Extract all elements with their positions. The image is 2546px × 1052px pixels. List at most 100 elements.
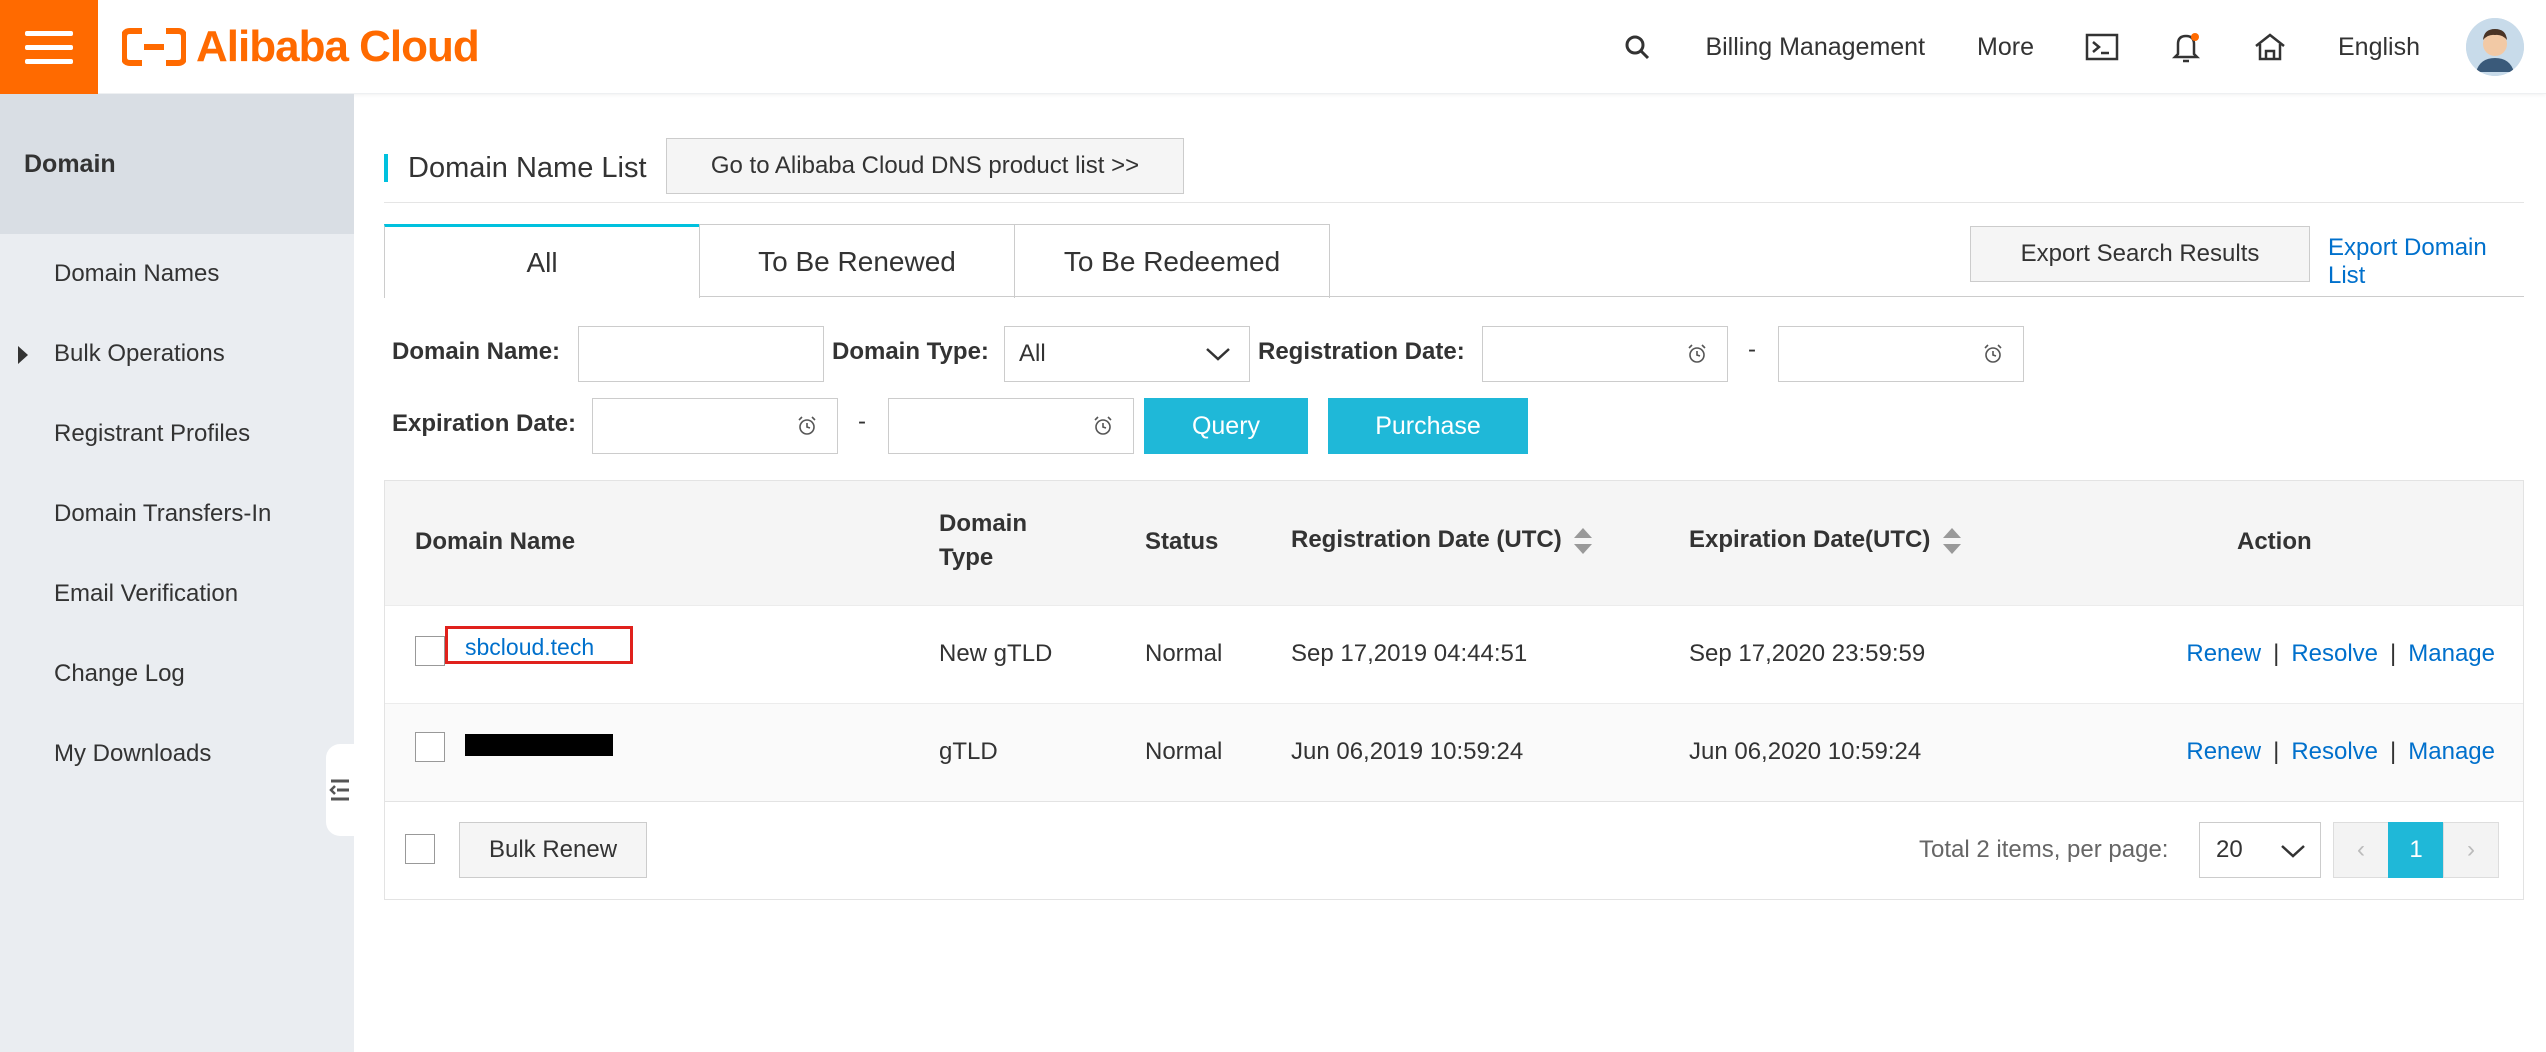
- logo-text: Alibaba Cloud: [196, 22, 480, 71]
- registration-date-cell: Jun 06,2019 10:59:24: [1291, 738, 1524, 765]
- domain-table: Domain Name Domain Type Status Registrat…: [384, 480, 2524, 900]
- sidebar-item-my-downloads[interactable]: My Downloads: [0, 714, 354, 794]
- per-page-select[interactable]: 20: [2199, 822, 2321, 878]
- status-cell: Normal: [1145, 738, 1223, 765]
- table-row: gTLD Normal Jun 06,2019 10:59:24 Jun 06,…: [385, 703, 2523, 801]
- total-items-text: Total 2 items, per page:: [1919, 836, 2169, 863]
- expiration-date-start[interactable]: [592, 398, 838, 454]
- caret-right-icon: [18, 346, 28, 364]
- expiration-date-end[interactable]: [888, 398, 1134, 454]
- sidebar-item-change-log[interactable]: Change Log: [0, 634, 354, 714]
- col-domain-type: Domain Type: [939, 507, 1027, 575]
- alarm-clock-icon: [1688, 344, 1706, 363]
- date-range-dash: -: [1748, 336, 1756, 363]
- sidebar-item-label: Change Log: [54, 660, 185, 687]
- row-actions: Renew | Resolve | Manage: [2186, 738, 2495, 766]
- export-domain-list-link[interactable]: Export Domain List: [2328, 234, 2530, 290]
- col-domain-name: Domain Name: [415, 528, 576, 555]
- table-row: sbcloud.tech New gTLD Normal Sep 17,2019…: [385, 605, 2523, 703]
- page-1-button[interactable]: 1: [2388, 822, 2444, 878]
- date-range-dash: -: [858, 408, 866, 435]
- row-checkbox[interactable]: [415, 732, 445, 762]
- status-cell: Normal: [1145, 640, 1223, 667]
- sidebar-item-domain-names[interactable]: Domain Names: [0, 234, 354, 314]
- prev-page-button[interactable]: ‹: [2333, 822, 2389, 878]
- menu-icon[interactable]: [0, 0, 98, 94]
- sort-icon[interactable]: [1941, 526, 1963, 556]
- sidebar-item-bulk-operations[interactable]: Bulk Operations: [0, 314, 354, 394]
- bulk-renew-button[interactable]: Bulk Renew: [459, 822, 647, 878]
- registration-date-cell: Sep 17,2019 04:44:51: [1291, 640, 1528, 667]
- table-footer: Bulk Renew Total 2 items, per page: 20 ‹…: [385, 801, 2523, 899]
- registration-date-end[interactable]: [1778, 326, 2024, 382]
- col-action: Action: [2237, 528, 2312, 555]
- purchase-button[interactable]: Purchase: [1328, 398, 1528, 454]
- registration-date-start[interactable]: [1482, 326, 1728, 382]
- registration-date-label: Registration Date:: [1258, 338, 1465, 365]
- search-icon[interactable]: [1595, 0, 1679, 94]
- alarm-clock-icon: [1094, 416, 1112, 435]
- sort-icon[interactable]: [1572, 526, 1594, 556]
- manage-link[interactable]: Manage: [2408, 640, 2495, 668]
- tab-underline: [700, 296, 2524, 297]
- home-icon[interactable]: [2228, 0, 2312, 94]
- select-all-checkbox[interactable]: [405, 834, 435, 864]
- terminal-icon[interactable]: [2060, 0, 2144, 94]
- sidebar-item-email-verification[interactable]: Email Verification: [0, 554, 354, 634]
- collapse-sidebar-icon[interactable]: [326, 744, 354, 836]
- row-checkbox[interactable]: [415, 636, 445, 666]
- sidebar-item-label: My Downloads: [54, 740, 212, 767]
- sidebar-item-registrant-profiles[interactable]: Registrant Profiles: [0, 394, 354, 474]
- title-accent: [384, 154, 388, 182]
- tab-all[interactable]: All: [384, 224, 700, 298]
- tab-to-be-redeemed[interactable]: To Be Redeemed: [1014, 224, 1330, 298]
- chevron-down-icon: [1206, 348, 1230, 361]
- table-header: Domain Name Domain Type Status Registrat…: [385, 481, 2523, 605]
- resolve-link[interactable]: Resolve: [2291, 738, 2378, 766]
- col-status: Status: [1145, 528, 1219, 555]
- alibaba-cloud-logo[interactable]: Alibaba Cloud: [122, 20, 480, 74]
- sidebar-item-label: Domain Transfers-In: [54, 500, 272, 527]
- resolve-link[interactable]: Resolve: [2291, 640, 2378, 668]
- domain-type-label: Domain Type:: [832, 338, 989, 365]
- expiration-date-cell: Jun 06,2020 10:59:24: [1689, 738, 1922, 765]
- col-registration-date-label: Registration Date (UTC): [1291, 526, 1562, 553]
- export-search-results-button[interactable]: Export Search Results: [1970, 226, 2310, 282]
- notification-bell-icon[interactable]: [2144, 0, 2228, 94]
- redacted-domain[interactable]: [465, 734, 613, 756]
- sidebar-item-label: Email Verification: [54, 580, 239, 607]
- chevron-down-icon: [2281, 845, 2305, 858]
- billing-management-link[interactable]: Billing Management: [1679, 0, 1951, 94]
- col-domain-type-line1: Domain: [939, 510, 1028, 537]
- domain-type-select[interactable]: All: [1004, 326, 1250, 382]
- domain-type-cell: New gTLD: [939, 640, 1053, 667]
- action-separator: |: [2390, 640, 2397, 667]
- expiration-date-cell: Sep 17,2020 23:59:59: [1689, 640, 1926, 667]
- query-button[interactable]: Query: [1144, 398, 1308, 454]
- language-selector[interactable]: English: [2312, 0, 2446, 94]
- domain-name-input[interactable]: [578, 326, 824, 382]
- page-title: Domain Name List: [408, 151, 647, 184]
- domain-link[interactable]: sbcloud.tech: [465, 634, 594, 661]
- go-to-dns-button[interactable]: Go to Alibaba Cloud DNS product list >>: [666, 138, 1184, 194]
- action-separator: |: [2273, 738, 2280, 765]
- tab-to-be-renewed[interactable]: To Be Renewed: [699, 224, 1015, 298]
- renew-link[interactable]: Renew: [2186, 738, 2261, 766]
- domain-name-label: Domain Name:: [392, 338, 561, 365]
- domain-type-cell: gTLD: [939, 738, 998, 765]
- col-expiration-date[interactable]: Expiration Date(UTC): [1689, 523, 1963, 557]
- sidebar-item-label: Domain Names: [54, 260, 220, 287]
- next-page-button[interactable]: ›: [2443, 822, 2499, 878]
- col-registration-date[interactable]: Registration Date (UTC): [1291, 523, 1594, 557]
- sidebar-item-label: Bulk Operations: [54, 340, 225, 367]
- more-menu[interactable]: More: [1951, 0, 2060, 94]
- user-avatar[interactable]: [2466, 18, 2524, 76]
- action-separator: |: [2273, 640, 2280, 667]
- renew-link[interactable]: Renew: [2186, 640, 2261, 668]
- sidebar-item-domain-transfers-in[interactable]: Domain Transfers-In: [0, 474, 354, 554]
- manage-link[interactable]: Manage: [2408, 738, 2495, 766]
- sidebar-header: Domain: [0, 94, 354, 234]
- expiration-date-label: Expiration Date:: [392, 410, 577, 437]
- action-separator: |: [2390, 738, 2397, 765]
- col-expiration-date-label: Expiration Date(UTC): [1689, 526, 1931, 553]
